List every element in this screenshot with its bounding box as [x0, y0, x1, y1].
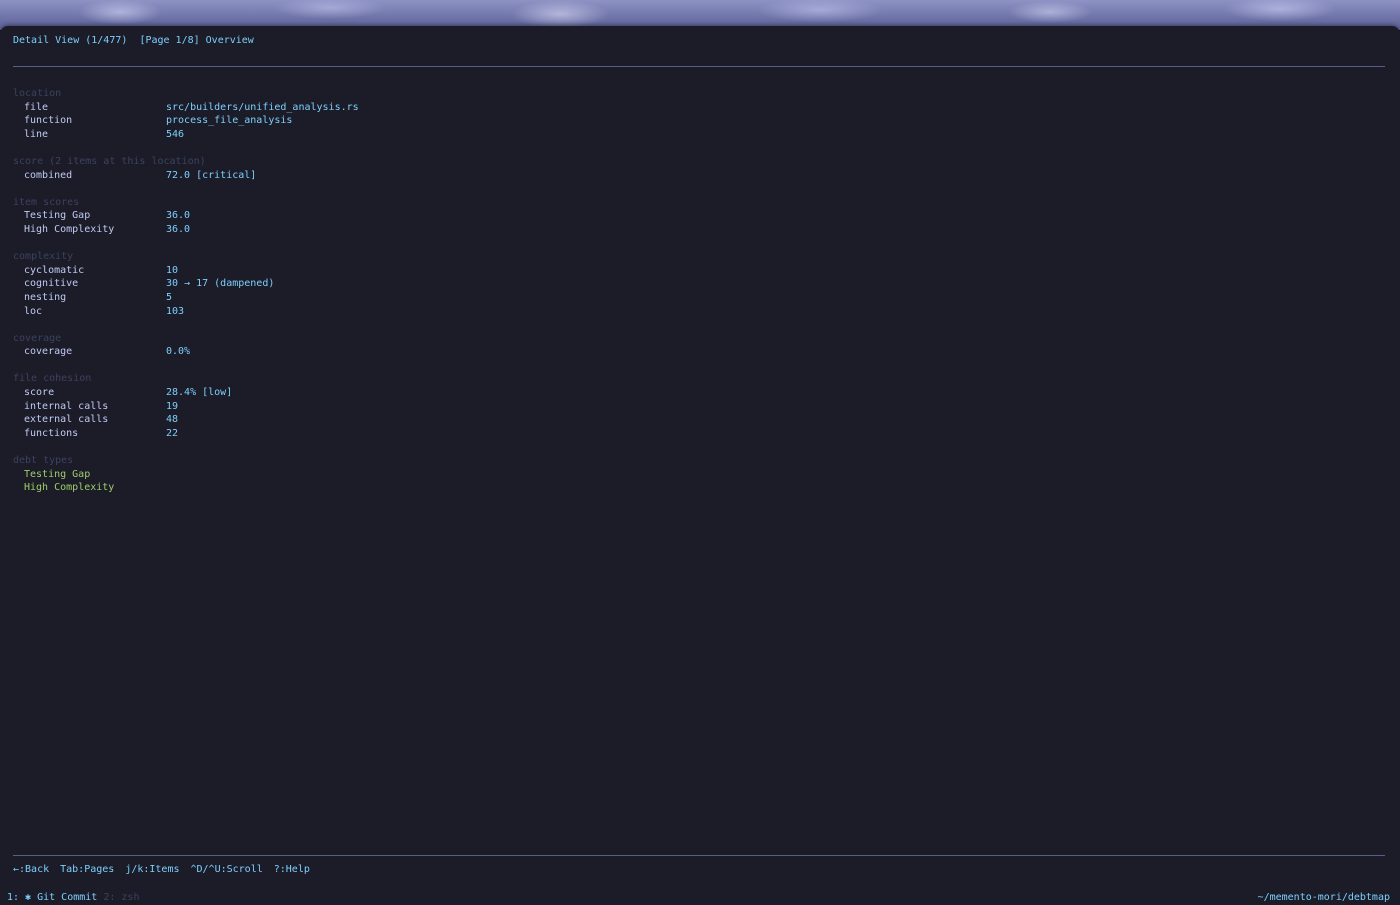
tab-git-commit[interactable]: 1: ✱ Git Commit	[7, 892, 97, 903]
hint-back[interactable]: ←:Back	[13, 863, 49, 876]
section-coverage: coverage coverage 0.0%	[13, 332, 713, 359]
row-value: 36.0	[166, 210, 191, 222]
detail-row-cognitive: cognitive 30 → 17 (dampened)	[13, 277, 713, 291]
detail-content: location file src/builders/unified_analy…	[13, 87, 713, 508]
keybinding-hints: ←:Back Tab:Pages j/k:Items ^D/^U:Scroll …	[13, 863, 310, 876]
detail-row-internal-calls: internal calls 19	[13, 400, 713, 414]
row-label: cyclomatic	[24, 264, 85, 276]
row-value: 22	[166, 427, 179, 439]
section-title: complexity	[13, 251, 74, 263]
section-title: coverage	[13, 332, 62, 344]
row-value: 546	[166, 128, 185, 140]
row-label: coverage	[24, 346, 73, 358]
tmux-status-bar: 1: ✱ Git Commit 2: zsh ~/memento-mori/de…	[0, 891, 1400, 905]
section-title: file cohesion	[13, 373, 92, 385]
debt-type-item: Testing Gap	[24, 468, 91, 480]
row-value: 10	[166, 264, 179, 276]
current-directory: ~/memento-mori/debtmap	[1257, 892, 1390, 903]
section-item-scores: item scores Testing Gap 36.0 High Comple…	[13, 196, 713, 237]
detail-row-cohesion-score: score 28.4% [low]	[13, 386, 713, 400]
row-label: nesting	[24, 291, 67, 303]
row-label: combined	[24, 169, 73, 181]
row-label: file	[24, 101, 49, 113]
section-title: score (2 items at this location)	[13, 155, 206, 167]
page-indicator: [Page 1/8] Overview	[139, 35, 254, 46]
header-divider	[13, 66, 1385, 67]
detail-row-loc: loc 103	[13, 305, 713, 319]
section-location: location file src/builders/unified_analy…	[13, 87, 713, 141]
hint-scroll[interactable]: ^D/^U:Scroll	[191, 863, 263, 876]
row-value: src/builders/unified_analysis.rs	[166, 101, 359, 113]
detail-row-file: file src/builders/unified_analysis.rs	[13, 101, 713, 115]
row-label: loc	[24, 305, 43, 317]
row-value: process_file_analysis	[166, 115, 293, 127]
row-value: 28.4% [low]	[166, 387, 233, 399]
detail-row-coverage: coverage 0.0%	[13, 345, 713, 359]
section-title: location	[13, 88, 62, 99]
row-label: cognitive	[24, 278, 79, 290]
section-score: score (2 items at this location) combine…	[13, 155, 713, 182]
row-value: 30 → 17 (dampened)	[166, 278, 275, 290]
detail-view-title: Detail View (1/477)	[13, 35, 128, 46]
row-label: High Complexity	[24, 223, 115, 235]
row-label: functions	[24, 427, 79, 439]
detail-row-testing-gap: Testing Gap 36.0	[13, 209, 713, 223]
row-label: score	[24, 387, 55, 399]
section-title: debt types	[13, 455, 74, 467]
section-file-cohesion: file cohesion score 28.4% [low] internal…	[13, 372, 713, 440]
detail-row-combined: combined 72.0 [critical]	[13, 169, 713, 183]
footer-divider	[13, 855, 1385, 856]
row-label: external calls	[24, 414, 109, 426]
detail-row-external-calls: external calls 48	[13, 413, 713, 427]
detail-row-cyclomatic: cyclomatic 10	[13, 264, 713, 278]
row-value: 19	[166, 400, 179, 412]
debt-type-item: High Complexity	[24, 482, 115, 494]
detail-row-high-complexity: High Complexity 36.0	[13, 223, 713, 237]
detail-row-nesting: nesting 5	[13, 291, 713, 305]
view-header: Detail View (1/477) [Page 1/8] Overview	[13, 34, 254, 47]
hint-pages[interactable]: Tab:Pages	[60, 863, 114, 876]
terminal-window: Detail View (1/477) [Page 1/8] Overview …	[0, 26, 1400, 905]
row-value: 48	[166, 414, 179, 426]
row-value: 36.0	[166, 223, 191, 235]
row-label: internal calls	[24, 400, 109, 412]
tab-zsh[interactable]: 2: zsh	[103, 892, 139, 903]
row-label: function	[24, 115, 73, 127]
section-title: item scores	[13, 196, 80, 208]
row-label: Testing Gap	[24, 210, 91, 222]
row-value: 0.0%	[166, 346, 191, 358]
hint-items[interactable]: j/k:Items	[125, 863, 179, 876]
detail-row-functions: functions 22	[13, 427, 713, 441]
section-debt-types: debt types Testing Gap High Complexity	[13, 454, 713, 495]
detail-row-line: line 546	[13, 128, 713, 142]
row-value: 5	[166, 291, 173, 303]
row-label: line	[24, 128, 49, 140]
hint-help[interactable]: ?:Help	[274, 863, 310, 876]
section-complexity: complexity cyclomatic 10 cognitive 30 → …	[13, 250, 713, 318]
detail-row-function: function process_file_analysis	[13, 114, 713, 128]
row-value: 103	[166, 305, 185, 317]
row-value: 72.0 [critical]	[166, 169, 257, 181]
window-tabs: 1: ✱ Git Commit 2: zsh	[7, 891, 139, 905]
